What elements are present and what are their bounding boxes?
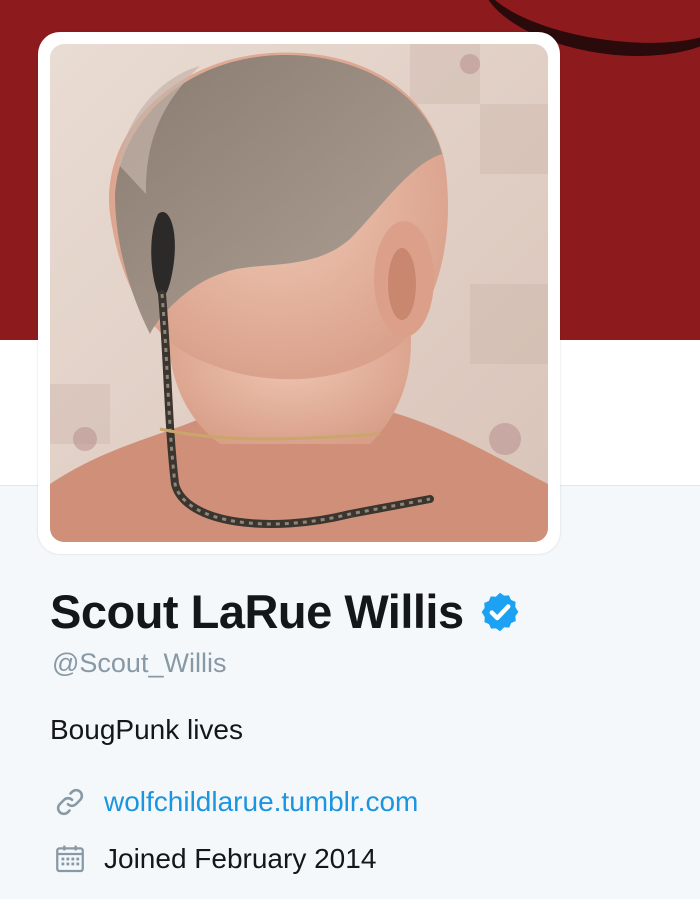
name-row: Scout LaRue Willis — [50, 584, 522, 640]
profile-joined: Joined February 2014 — [50, 841, 376, 877]
website-link[interactable]: wolfchildlarue.tumblr.com — [104, 784, 418, 820]
calendar-icon — [50, 841, 90, 877]
avatar[interactable] — [50, 44, 548, 542]
verified-badge-icon — [481, 592, 518, 632]
bio: BougPunk lives — [50, 714, 244, 745]
profile-website: wolfchildlarue.tumblr.com — [50, 784, 418, 820]
link-icon — [50, 784, 90, 820]
handle[interactable]: @Scout_Willis — [52, 645, 226, 681]
avatar-photo — [50, 44, 548, 542]
avatar-frame[interactable] — [38, 32, 560, 554]
joined-date: Joined February 2014 — [104, 843, 377, 874]
display-name[interactable]: Scout LaRue Willis — [50, 584, 464, 640]
